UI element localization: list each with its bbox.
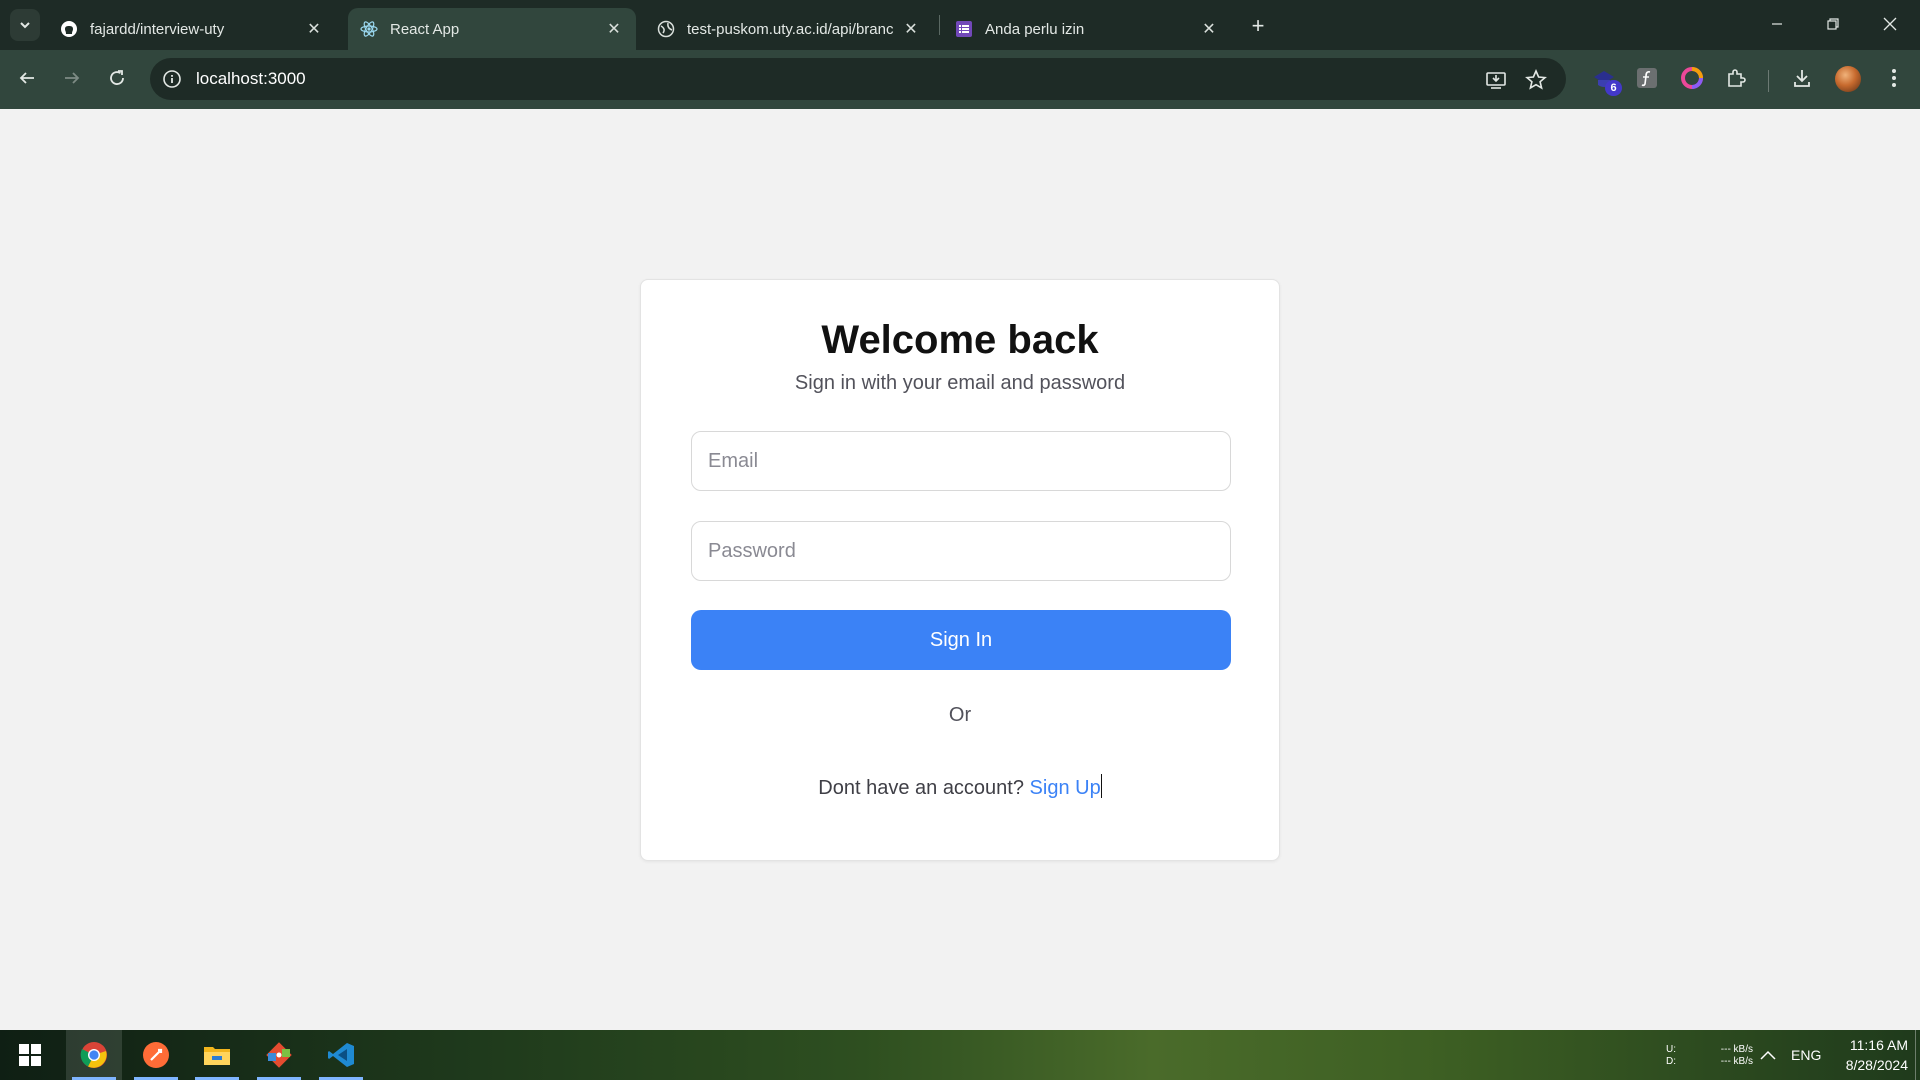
tab-github[interactable]: fajardd/interview-uty ✕ [48,8,336,50]
bookmark-star-icon[interactable] [1524,68,1548,92]
sign-up-link[interactable]: Sign Up [1030,777,1101,799]
restore-button[interactable] [1810,6,1856,42]
login-subtitle: Sign in with your email and password [794,372,1126,394]
site-info-icon[interactable] [162,69,182,89]
close-icon[interactable]: ✕ [304,19,324,39]
extension-function-icon[interactable] [1633,64,1661,92]
chevron-up-icon [1760,1050,1776,1060]
extension-hat-icon[interactable]: 6 [1590,64,1622,96]
menu-kebab-icon[interactable] [1880,64,1908,92]
password-input[interactable] [691,521,1231,581]
upload-label: U: [1666,1044,1676,1055]
new-tab-button[interactable]: + [1244,12,1272,40]
language-indicator[interactable]: ENG [1791,1030,1821,1080]
file-explorer-icon [204,1047,230,1065]
download-label: D: [1666,1056,1676,1067]
tab-search-button[interactable] [10,9,40,41]
login-title: Welcome back [821,318,1099,362]
minimize-icon [1772,23,1782,25]
signup-prompt: Dont have an account? Sign Up [641,774,1279,800]
close-window-button[interactable] [1867,6,1913,42]
plus-icon: + [1251,13,1265,38]
install-app-icon[interactable] [1484,68,1508,92]
windows-taskbar: U: D: --- kB/s --- kB/s ENG 11:16 AM 8/2… [0,1030,1920,1080]
github-icon [60,20,78,38]
git-icon [266,1042,292,1068]
extension-color-ring-icon[interactable] [1678,64,1706,92]
clock-time: 11:16 AM [1849,1037,1908,1053]
network-speeds: --- kB/s --- kB/s [1715,1044,1753,1068]
email-input[interactable] [691,431,1231,491]
arrow-left-icon [19,72,34,84]
react-icon [360,20,378,38]
or-divider-text: Or [948,704,972,726]
close-icon[interactable]: ✕ [901,19,921,39]
vscode-icon [328,1043,354,1067]
chevron-down-icon [20,22,30,29]
forward-button[interactable] [56,62,88,94]
minimize-button[interactable] [1754,6,1800,42]
no-account-text: Dont have an account? [818,777,1024,799]
show-hidden-icons-button[interactable] [1760,1030,1776,1080]
windows-start-icon [19,1044,41,1066]
tab-title: fajardd/interview-uty [90,20,225,38]
taskbar-file-explorer[interactable] [189,1030,245,1080]
extension-badge: 6 [1605,80,1622,96]
sign-in-button[interactable]: Sign In [691,610,1231,670]
browser-toolbar: localhost:3000 6 [0,50,1920,109]
upload-speed: --- kB/s [1720,1044,1753,1055]
show-desktop-button[interactable] [1915,1030,1916,1080]
reload-icon [110,70,124,85]
tab-react-app[interactable]: React App ✕ [348,8,636,50]
tab-title: test-puskom.uty.ac.id/api/branc [687,20,894,38]
text-caret [1100,774,1102,798]
postman-icon [143,1042,169,1068]
page-viewport: Welcome back Sign in with your email and… [0,109,1920,1030]
taskbar-vscode[interactable] [313,1030,369,1080]
start-button[interactable] [2,1030,58,1080]
chrome-icon [80,1042,107,1068]
reload-button[interactable] [101,62,133,94]
extensions-puzzle-icon[interactable] [1722,64,1750,92]
tab-title: React App [390,20,460,38]
close-icon[interactable]: ✕ [1199,19,1219,39]
tab-title: Anda perlu izin [985,20,1085,38]
toolbar-separator [1768,70,1769,92]
arrow-right-icon [65,72,80,84]
taskbar-git[interactable] [251,1030,307,1080]
tab-separator [939,15,940,35]
close-icon[interactable]: ✕ [604,19,624,39]
tab-anda-perlu-izin[interactable]: Anda perlu izin ✕ [943,8,1231,50]
url-text: localhost:3000 [196,69,306,88]
profile-avatar[interactable] [1835,66,1861,92]
taskbar-chrome[interactable] [66,1030,122,1080]
globe-icon [657,20,675,38]
tab-test-puskom[interactable]: test-puskom.uty.ac.id/api/branc ✕ [645,8,933,50]
login-card: Welcome back Sign in with your email and… [640,279,1280,861]
clock[interactable]: 11:16 AM 8/28/2024 [1834,1030,1908,1080]
form-icon [955,20,973,38]
address-bar[interactable]: localhost:3000 [150,58,1566,100]
download-speed: --- kB/s [1720,1056,1753,1067]
back-button[interactable] [11,62,43,94]
clock-date: 8/28/2024 [1845,1057,1908,1073]
close-icon [1883,17,1897,31]
taskbar-postman[interactable] [128,1030,184,1080]
downloads-icon[interactable] [1788,64,1816,92]
browser-tab-bar: fajardd/interview-uty ✕ React App ✕ test… [0,0,1920,50]
restore-icon [1827,18,1839,30]
network-labels: U: D: [1666,1044,1676,1068]
